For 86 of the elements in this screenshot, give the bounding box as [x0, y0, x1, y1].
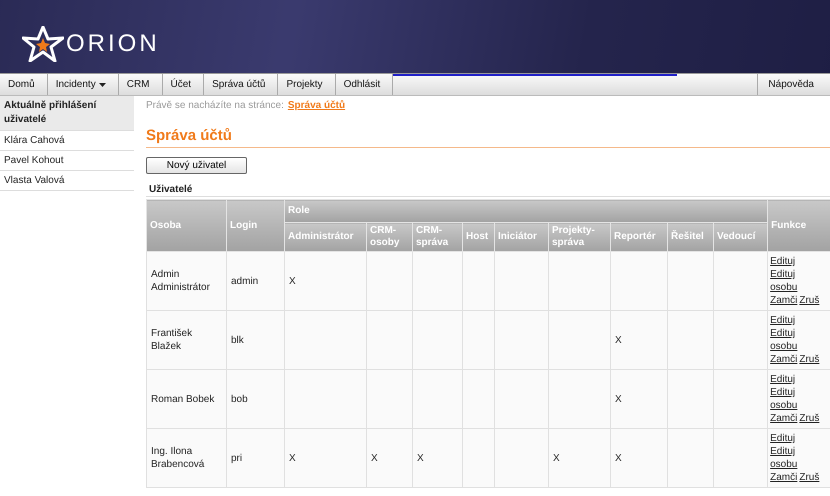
column-header: Osoba	[146, 200, 226, 252]
action-link[interactable]: Zamči	[770, 353, 798, 366]
table-cell	[668, 370, 714, 428]
table-cell: X	[610, 310, 668, 370]
nav-item[interactable]: Účet	[162, 74, 204, 95]
table-cell	[462, 370, 494, 428]
table-caption: Uživatelé	[146, 183, 830, 197]
table-cell: bob	[226, 370, 284, 428]
column-header: Vedoucí	[714, 222, 768, 252]
column-header: CRM-správa	[412, 222, 462, 252]
table-cell: František Blažek	[146, 310, 226, 370]
action-link[interactable]: Edituj osobu	[770, 386, 814, 412]
column-group-header: Role	[284, 200, 768, 222]
table-cell: X	[610, 370, 668, 428]
table-cell: X	[610, 428, 668, 488]
column-header: Řešitel	[668, 222, 714, 252]
table-cell	[462, 428, 494, 488]
caret-icon	[98, 82, 106, 86]
table-cell: Ing. Ilona Brabencová	[146, 428, 226, 488]
table-cell	[366, 310, 412, 370]
table-cell	[548, 310, 610, 370]
sidebar-item[interactable]: Pavel Kohout	[0, 151, 134, 171]
action-link[interactable]: Edituj osobu	[770, 268, 814, 294]
action-link[interactable]: Zruš	[799, 294, 820, 307]
table-cell: pri	[226, 428, 284, 488]
table-cell: X	[548, 428, 610, 488]
action-link[interactable]: Zruš	[799, 412, 820, 425]
table-cell	[548, 370, 610, 428]
action-link[interactable]: Edituj	[770, 314, 796, 327]
sidebar-item[interactable]: Klára Cahová	[0, 131, 134, 151]
table-cell	[412, 310, 462, 370]
table-cell: X	[284, 428, 366, 488]
help-link[interactable]: Nápověda	[757, 74, 830, 95]
table-cell: X	[366, 428, 412, 488]
table-cell	[494, 370, 548, 428]
column-header: Reportér	[610, 222, 668, 252]
breadcrumb-label: Právě se nacházíte na stránce:	[146, 100, 284, 111]
action-link[interactable]: Zamči	[770, 412, 798, 425]
column-header: Host	[462, 222, 494, 252]
table-cell	[366, 370, 412, 428]
table-cell: X	[284, 252, 366, 310]
action-link[interactable]: Zamči	[770, 471, 798, 484]
table-cell	[668, 310, 714, 370]
action-link[interactable]: Edituj osobu	[770, 445, 814, 471]
table-cell	[494, 428, 548, 488]
table-cell: admin	[226, 252, 284, 310]
nav-item[interactable]: Domů	[0, 74, 48, 95]
sidebar-heading: Aktuálně přihlášení uživatelé	[0, 96, 134, 131]
column-header: Iniciátor	[494, 222, 548, 252]
action-link[interactable]: Edituj	[770, 432, 796, 445]
table-cell: Admin Administrátor	[146, 252, 226, 310]
logo-text: ORION	[66, 30, 160, 58]
table-cell	[462, 310, 494, 370]
nav-item[interactable]: Správa účtů	[204, 74, 278, 95]
column-header: Login	[226, 200, 284, 252]
nav-item[interactable]: CRM	[118, 74, 162, 95]
table-cell	[494, 310, 548, 370]
column-header: CRM-osoby	[366, 222, 412, 252]
table-cell	[494, 252, 548, 310]
sidebar-item[interactable]: Vlasta Valová	[0, 171, 134, 191]
column-header: Administrátor	[284, 222, 366, 252]
action-link[interactable]: Edituj osobu	[770, 327, 814, 353]
table-cell	[610, 252, 668, 310]
table-cell	[462, 252, 494, 310]
action-link[interactable]: Zruš	[799, 471, 820, 484]
table-cell	[366, 252, 412, 310]
action-link[interactable]: Edituj	[770, 255, 796, 268]
nav-item[interactable]: Odhlásit	[336, 74, 394, 95]
nav-item[interactable]: Incidenty	[48, 74, 119, 95]
action-link[interactable]: Zruš	[799, 353, 820, 366]
action-link[interactable]: Edituj	[770, 373, 796, 386]
action-link[interactable]: Zamči	[770, 294, 798, 307]
page-title: Správa účtů	[146, 127, 830, 148]
column-header: Projekty-správa	[548, 222, 610, 252]
table-cell	[412, 370, 462, 428]
table-cell	[668, 428, 714, 488]
new-user-button[interactable]: Nový uživatel	[146, 157, 247, 174]
table-cell	[412, 252, 462, 310]
table-cell	[548, 252, 610, 310]
table-cell: blk	[226, 310, 284, 370]
nav-item[interactable]: Projekty	[278, 74, 336, 95]
column-header: Funkce	[768, 200, 830, 252]
table-cell	[668, 252, 714, 310]
star-logo-icon	[22, 26, 64, 62]
table-cell: X	[412, 428, 462, 488]
table-cell: Roman Bobek	[146, 370, 226, 428]
